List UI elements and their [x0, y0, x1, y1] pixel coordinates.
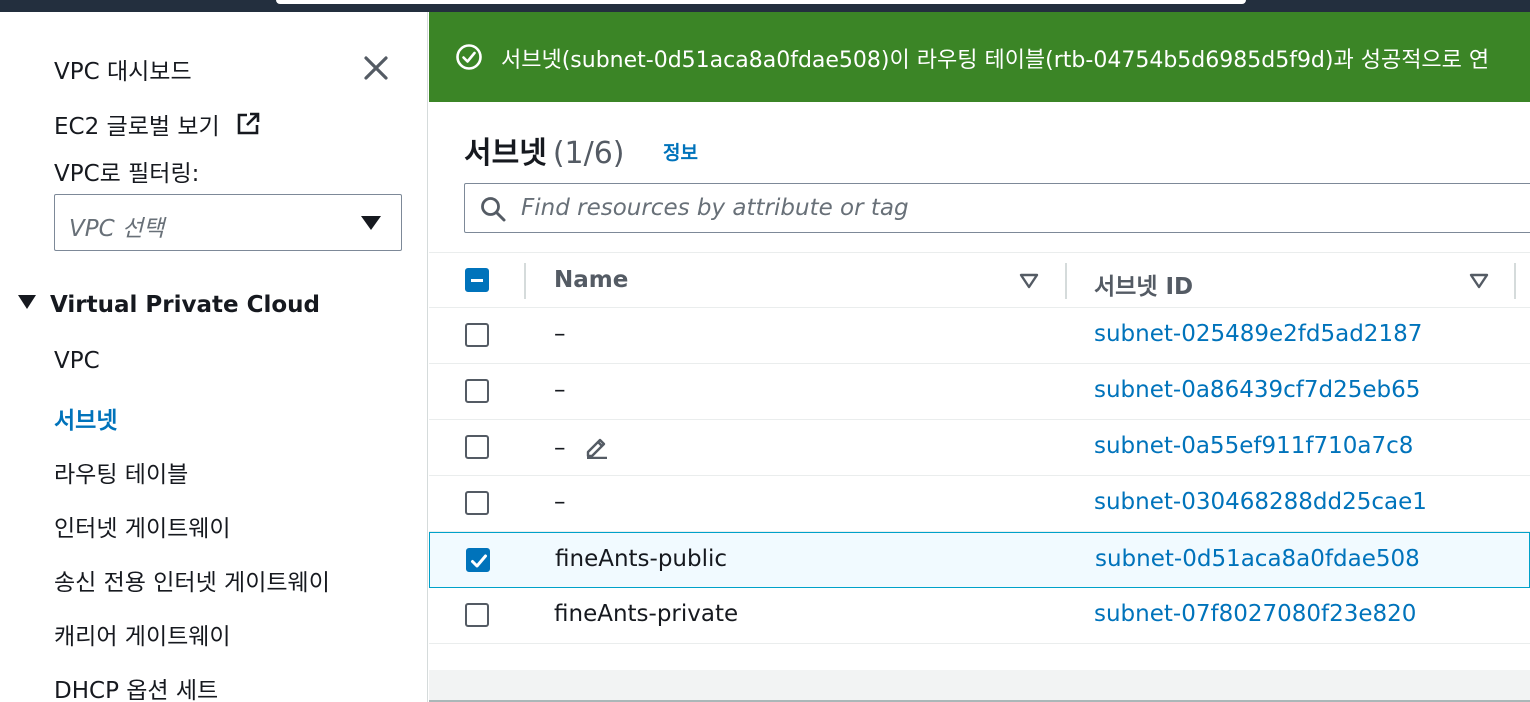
- row-subnet-id-link[interactable]: subnet-0a86439cf7d25eb65: [1094, 377, 1420, 403]
- table-row[interactable]: – subnet-030468288dd25cae1: [429, 476, 1530, 532]
- table-row[interactable]: – subnet-025489e2fd5ad2187: [429, 308, 1530, 364]
- success-check-icon: [456, 44, 482, 70]
- search-input[interactable]: [521, 192, 1421, 224]
- info-link[interactable]: 정보: [663, 138, 698, 165]
- subnets-table-panel: 서브넷(1/6) 정보 Name 서브넷 ID –: [429, 102, 1530, 670]
- row-checkbox[interactable]: [465, 435, 489, 459]
- success-flash-banner: 서브넷(subnet-0d51aca8a0fdae508)이 라우팅 테이블(r…: [429, 12, 1530, 102]
- vpc-filter-label: VPC로 필터링:: [54, 161, 200, 187]
- split-panel-divider[interactable]: [429, 670, 1530, 702]
- column-resize-handle[interactable]: [1514, 263, 1516, 299]
- row-checkbox-checked[interactable]: [466, 548, 490, 572]
- sidebar-item-vpc[interactable]: VPC: [54, 348, 100, 374]
- table-row[interactable]: fineAnts-private subnet-07f8027080f23e82…: [429, 588, 1530, 644]
- row-name: –: [554, 435, 566, 461]
- sidebar-item-dhcp-option-sets[interactable]: DHCP 옵션 세트: [54, 671, 218, 702]
- close-icon[interactable]: [358, 50, 394, 86]
- row-subnet-id-link[interactable]: subnet-0d51aca8a0fdae508: [1095, 546, 1420, 572]
- vpc-section-title: Virtual Private Cloud: [50, 292, 321, 318]
- sidebar-ec2-global-link[interactable]: EC2 글로벌 보기: [54, 107, 261, 141]
- external-link-icon: [237, 112, 260, 135]
- row-checkbox[interactable]: [465, 323, 489, 347]
- sidebar-dashboard-link[interactable]: VPC 대시보드: [54, 52, 192, 86]
- row-name: –: [554, 489, 566, 515]
- row-checkbox[interactable]: [465, 379, 489, 403]
- vpc-section-toggle[interactable]: Virtual Private Cloud: [18, 292, 320, 318]
- row-subnet-id-link[interactable]: subnet-0a55ef911f710a7c8: [1094, 433, 1413, 459]
- row-name: –: [554, 321, 566, 347]
- sidebar-item-internet-gateways[interactable]: 인터넷 게이트웨이: [54, 509, 231, 543]
- search-icon: [481, 197, 506, 222]
- table-row[interactable]: – subnet-0a55ef911f710a7c8: [429, 420, 1530, 476]
- vpc-filter-select[interactable]: VPC 선택: [54, 194, 402, 251]
- column-header-subnet-id[interactable]: 서브넷 ID: [1094, 267, 1193, 301]
- vpc-filter-placeholder: VPC 선택: [69, 216, 165, 242]
- page-title-text: 서브넷: [464, 136, 547, 171]
- edit-pencil-icon[interactable]: [583, 433, 609, 459]
- sidebar-item-egress-only-igw[interactable]: 송신 전용 인터넷 게이트웨이: [54, 563, 330, 597]
- sidebar-item-route-tables[interactable]: 라우팅 테이블: [54, 455, 188, 489]
- row-subnet-id-link[interactable]: subnet-030468288dd25cae1: [1094, 489, 1427, 515]
- top-nav-strip: [0, 0, 1530, 12]
- column-header-name[interactable]: Name: [554, 267, 628, 293]
- page-title: 서브넷 (1/6): [464, 128, 625, 172]
- row-subnet-id-link[interactable]: subnet-07f8027080f23e820: [1094, 601, 1416, 627]
- row-name: fineAnts-public: [555, 546, 728, 572]
- sidebar: VPC 대시보드 EC2 글로벌 보기 VPC로 필터링: VPC 선택 Vir…: [0, 12, 428, 702]
- sidebar-item-carrier-gateways[interactable]: 캐리어 게이트웨이: [54, 617, 231, 651]
- row-checkbox[interactable]: [465, 491, 489, 515]
- caret-down-icon: [18, 295, 36, 309]
- row-name: fineAnts-private: [554, 601, 739, 627]
- row-checkbox[interactable]: [465, 603, 489, 627]
- select-all-checkbox[interactable]: [465, 268, 489, 292]
- sidebar-ec2-global-label: EC2 글로벌 보기: [54, 114, 220, 140]
- top-search-edge: [276, 0, 1246, 4]
- column-divider: [524, 263, 526, 299]
- row-name-cell: –: [554, 433, 609, 461]
- main-content: 서브넷(subnet-0d51aca8a0fdae508)이 라우팅 테이블(r…: [429, 12, 1530, 702]
- sort-down-icon[interactable]: [1469, 273, 1489, 289]
- checkmark-icon: [471, 554, 487, 568]
- table-row[interactable]: – subnet-0a86439cf7d25eb65: [429, 364, 1530, 420]
- selection-count: (1/6): [552, 136, 625, 171]
- column-resize-handle[interactable]: [1065, 263, 1067, 299]
- sort-down-icon[interactable]: [1019, 273, 1039, 289]
- search-box[interactable]: [464, 183, 1530, 233]
- table-header: Name 서브넷 ID: [429, 252, 1530, 308]
- sidebar-item-subnets[interactable]: 서브넷: [54, 401, 117, 435]
- row-subnet-id-link[interactable]: subnet-025489e2fd5ad2187: [1094, 321, 1422, 347]
- row-name: –: [554, 377, 566, 403]
- table-row-selected[interactable]: fineAnts-public subnet-0d51aca8a0fdae508: [429, 532, 1530, 588]
- flash-message: 서브넷(subnet-0d51aca8a0fdae508)이 라우팅 테이블(r…: [501, 48, 1490, 73]
- caret-down-icon: [361, 216, 381, 230]
